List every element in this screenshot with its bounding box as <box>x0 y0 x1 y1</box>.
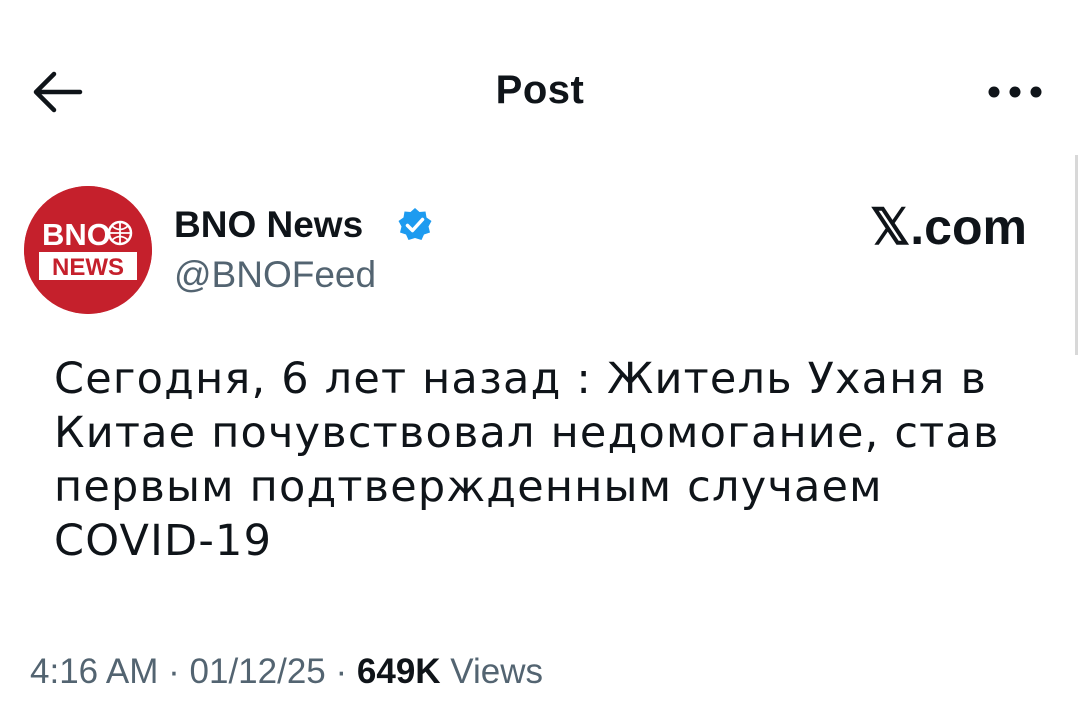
tweet-text: Сегодня, 6 лет назад : Житель Уханя в Ки… <box>54 352 1064 568</box>
avatar-text-top: BNO <box>42 217 111 252</box>
tweet-line: Сегодня, 6 лет назад : Житель Уханя в <box>54 354 987 404</box>
more-dots-icon <box>988 86 1042 98</box>
meta-separator: · <box>158 652 190 691</box>
tweet-date[interactable]: 01/12/25 <box>190 652 326 691</box>
more-options-button[interactable] <box>984 78 1050 106</box>
author-display-name[interactable]: BNO News <box>174 204 363 246</box>
tweet-line: COVID-19 <box>54 516 273 566</box>
page-title: Post <box>495 68 585 112</box>
tweet-meta: 4:16 AM · 01/12/25 · 649K Views <box>30 652 543 692</box>
author-handle[interactable]: @BNOFeed <box>174 254 376 296</box>
bno-news-logo: BNO NEWS <box>24 186 152 314</box>
tweet-time[interactable]: 4:16 AM <box>30 652 158 691</box>
views-count[interactable]: 649K <box>357 652 441 691</box>
tweet-line: Китае почувствовал недомогание, став <box>54 408 1000 458</box>
top-bar: Post <box>0 0 1080 180</box>
avatar[interactable]: BNO NEWS <box>24 186 152 314</box>
meta-separator: · <box>325 652 357 691</box>
views-label: Views <box>440 652 544 691</box>
verified-badge-icon <box>396 206 434 244</box>
tweet-line: первым подтвержденным случаем <box>54 462 883 512</box>
avatar-text-bottom: NEWS <box>52 254 124 281</box>
edge-divider <box>1075 155 1078 355</box>
x-com-watermark: 𝕏.com <box>870 199 1027 255</box>
